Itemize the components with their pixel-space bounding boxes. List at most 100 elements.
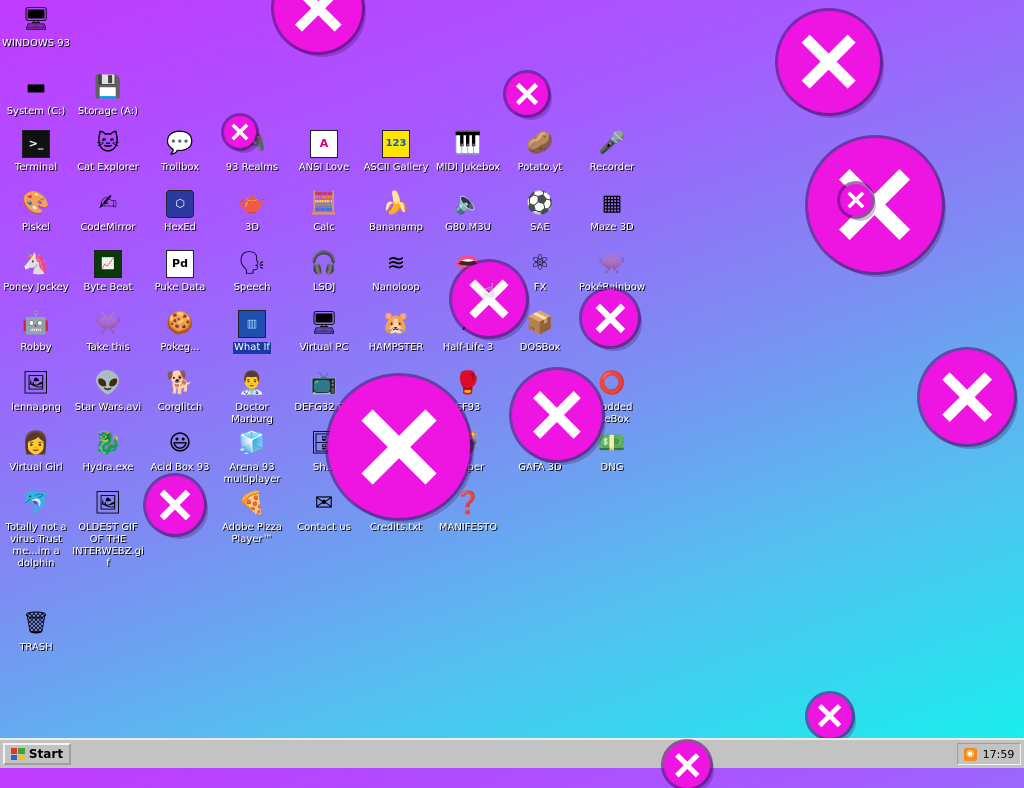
- speech-shortcut[interactable]: 🗣 Speech: [216, 246, 288, 306]
- sae-shortcut[interactable]: ⚽ SAE: [504, 186, 576, 246]
- stick-figure-icon: 🤖: [22, 311, 50, 336]
- money-icon: 💵: [598, 431, 626, 456]
- potato-icon: 🥔: [526, 131, 554, 156]
- icon-label: Star Wars.avi: [74, 402, 142, 413]
- close-bubble[interactable]: [840, 184, 872, 216]
- calc-shortcut[interactable]: 🧮 Calc: [288, 186, 360, 246]
- maze-3d-shortcut[interactable]: ▦ Maze 3D: [576, 186, 648, 246]
- take-this-shortcut[interactable]: 👾 Take this: [72, 306, 144, 366]
- close-bubble[interactable]: [778, 11, 880, 113]
- storage-a-drive[interactable]: 💾 Storage (A:): [72, 70, 144, 130]
- star-wars-avi-file[interactable]: 👽 Star Wars.avi: [72, 366, 144, 426]
- potato-shortcut[interactable]: 🥔 Potato.yt: [504, 126, 576, 186]
- hampster-shortcut[interactable]: 🐹 HAMPSTER: [360, 306, 432, 366]
- icon-label: Half-Life 3: [442, 342, 494, 353]
- floppy-drive-icon: 💾: [94, 75, 122, 100]
- adobe-pizza-shortcut[interactable]: 🍕 Adobe Pizza Player™: [216, 486, 288, 546]
- midi-jukebox-shortcut[interactable]: 🎹 MIDI Jukebox: [432, 126, 504, 186]
- monitor-face-icon: 📺: [310, 371, 338, 396]
- icon-label: Virtual Girl: [9, 462, 63, 473]
- windows-logo-icon: [10, 748, 25, 760]
- dolphin-shortcut[interactable]: 🐬 Totally not a virus.Trust me...im a do…: [0, 486, 72, 569]
- hexed-shortcut[interactable]: ⬡ HexEd: [144, 186, 216, 246]
- oldest-gif-file[interactable]: 🖼 OLDEST GIF OF THE INTERWEBZ.gif: [72, 486, 144, 569]
- icon-label: Storage (A:): [77, 106, 139, 117]
- 3d-shortcut[interactable]: 🫖 3D: [216, 186, 288, 246]
- close-bubble[interactable]: [808, 138, 942, 272]
- ansi-love-shortcut[interactable]: A ANSI Love: [288, 126, 360, 186]
- close-bubble[interactable]: [328, 376, 470, 518]
- dosbox-crate-icon: 📦: [526, 311, 554, 336]
- piskel-shortcut[interactable]: 🎨 Piskel: [0, 186, 72, 246]
- trollbox-shortcut[interactable]: 💬 Trollbox: [144, 126, 216, 186]
- smiley-icon: 😃: [168, 431, 192, 456]
- hydra-exe-file[interactable]: 🐉 Hydra.exe: [72, 426, 144, 486]
- icon-label: Totally not a virus.Trust me...im a dolp…: [5, 522, 67, 569]
- icon-label: Doctor Marburg: [231, 402, 273, 425]
- close-bubble[interactable]: [146, 476, 204, 534]
- byte-beat-shortcut[interactable]: 📈 Byte Beat: [72, 246, 144, 306]
- start-button[interactable]: Start: [3, 743, 71, 765]
- icon-label: 3D: [244, 222, 260, 233]
- gif-file-icon: 🖼: [94, 491, 122, 516]
- icon-label: ANSI Love: [298, 162, 350, 173]
- icon-label: MIDI Jukebox: [435, 162, 501, 173]
- cat-globe-icon: 🐱: [96, 131, 120, 156]
- virtual-girl-shortcut[interactable]: 👩 Virtual Girl: [0, 426, 72, 486]
- windows93-icon-shortcut[interactable]: 🖥 WINDOWS 93: [0, 2, 72, 62]
- maze-icon: ▦: [601, 191, 623, 216]
- what-if-icon: ▥: [236, 308, 268, 340]
- icon-label: Puke Data: [154, 282, 206, 293]
- lsdj-shortcut[interactable]: 🎧 LSDJ: [288, 246, 360, 306]
- icon-label: Speech: [233, 282, 271, 293]
- cat-explorer-shortcut[interactable]: 🐱 Cat Explorer: [72, 126, 144, 186]
- system-c-drive[interactable]: ▬ System (C:): [0, 70, 72, 130]
- close-bubble[interactable]: [506, 73, 548, 115]
- close-icon: [533, 391, 581, 439]
- icon-label: WINDOWS 93: [1, 38, 71, 49]
- robby-shortcut[interactable]: 🤖 Robby: [0, 306, 72, 366]
- terminal-shortcut[interactable]: >_ Terminal: [0, 126, 72, 186]
- lsdj-icon: 🎧: [310, 251, 338, 276]
- close-bubble[interactable]: [582, 290, 638, 346]
- rss-feed-icon[interactable]: ◉: [963, 747, 977, 761]
- waveform-icon: 📈: [92, 248, 124, 280]
- close-bubble[interactable]: [512, 370, 602, 460]
- pizza-icon: 🍕: [238, 491, 266, 516]
- close-bubble[interactable]: [808, 694, 852, 738]
- close-bubble[interactable]: [920, 350, 1014, 444]
- corglitch-shortcut[interactable]: 🐕 Corglitch: [144, 366, 216, 426]
- ascii-gallery-shortcut[interactable]: 123 ASCII Gallery: [360, 126, 432, 186]
- window-icon: 🖥: [310, 311, 338, 336]
- doctor-marburg-shortcut[interactable]: 👨‍⚕ Doctor Marburg: [216, 366, 288, 426]
- icon-label: Contact us: [297, 522, 351, 533]
- what-if-shortcut[interactable]: ▥ What If: [216, 306, 288, 366]
- g80-m3u-file[interactable]: 🔈 G80.M3U: [432, 186, 504, 246]
- arena-93-shortcut[interactable]: 🧊 Arena 93 multiplayer: [216, 426, 288, 486]
- recorder-shortcut[interactable]: 🎤 Recorder: [576, 126, 648, 186]
- icon-label: Corglitch: [157, 402, 203, 413]
- close-bubble[interactable]: [664, 742, 710, 788]
- lenna-png-file[interactable]: 🖼 lenna.png: [0, 366, 72, 426]
- icon-label: Take this: [86, 342, 130, 353]
- nanoloop-shortcut[interactable]: ≋ Nanoloop: [360, 246, 432, 306]
- poney-jockey-shortcut[interactable]: 🦄 Poney Jockey: [0, 246, 72, 306]
- icon-label: Terminal: [14, 162, 58, 173]
- puke-data-shortcut[interactable]: Pd Puke Data: [144, 246, 216, 306]
- cube-icon: 🧊: [238, 431, 266, 456]
- virtual-pc-shortcut[interactable]: 🖥 Virtual PC: [288, 306, 360, 366]
- icon-label: HexEd: [163, 222, 197, 233]
- bananamp-shortcut[interactable]: 🍌 Bananamp: [360, 186, 432, 246]
- codemirror-shortcut[interactable]: ✍ CodeMirror: [72, 186, 144, 246]
- trash-bin[interactable]: 🗑 TRASH: [0, 606, 72, 666]
- close-bubble[interactable]: [224, 116, 256, 148]
- icon-label: SAE: [530, 222, 550, 233]
- icon-label: G80.M3U: [445, 222, 491, 233]
- close-bubble[interactable]: [274, 0, 362, 52]
- close-icon: [294, 0, 342, 32]
- icon-label: Adobe Pizza Player™: [221, 522, 283, 545]
- pokeblob-shortcut[interactable]: 🍪 Pokeg...: [144, 306, 216, 366]
- close-icon: [595, 303, 625, 333]
- icon-label: ASCII Gallery: [363, 162, 429, 173]
- icon-label: Potato.yt: [517, 162, 563, 173]
